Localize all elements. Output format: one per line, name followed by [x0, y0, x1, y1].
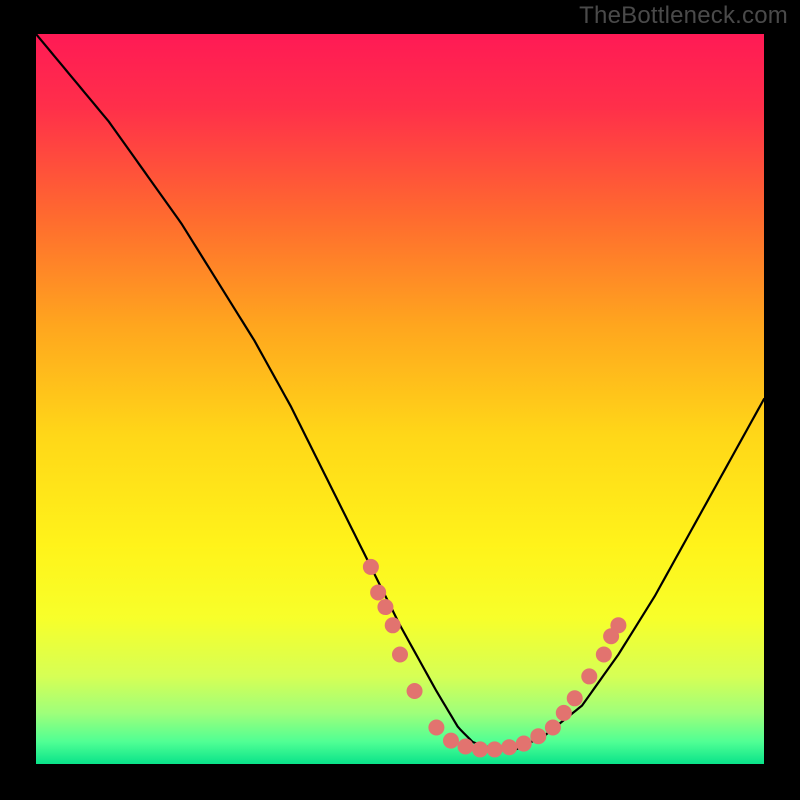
highlight-point — [407, 683, 423, 699]
highlight-point — [545, 719, 561, 735]
highlight-point — [567, 690, 583, 706]
highlight-point — [596, 646, 612, 662]
highlight-point — [392, 646, 408, 662]
chart-frame: TheBottleneck.com — [0, 0, 800, 800]
watermark-text: TheBottleneck.com — [579, 2, 788, 30]
highlight-point — [428, 719, 444, 735]
highlight-point — [530, 728, 546, 744]
plot-area — [36, 34, 764, 764]
highlight-point — [363, 559, 379, 575]
highlight-point — [610, 617, 626, 633]
highlight-point — [487, 741, 503, 757]
highlight-point — [501, 739, 517, 755]
highlight-point — [516, 736, 532, 752]
plot-svg — [36, 34, 764, 764]
highlight-point — [377, 599, 393, 615]
highlight-point — [458, 738, 474, 754]
highlight-point — [443, 733, 459, 749]
highlight-point — [370, 584, 386, 600]
highlight-point — [581, 668, 597, 684]
highlight-point — [556, 705, 572, 721]
highlight-point — [385, 617, 401, 633]
highlight-point — [472, 741, 488, 757]
